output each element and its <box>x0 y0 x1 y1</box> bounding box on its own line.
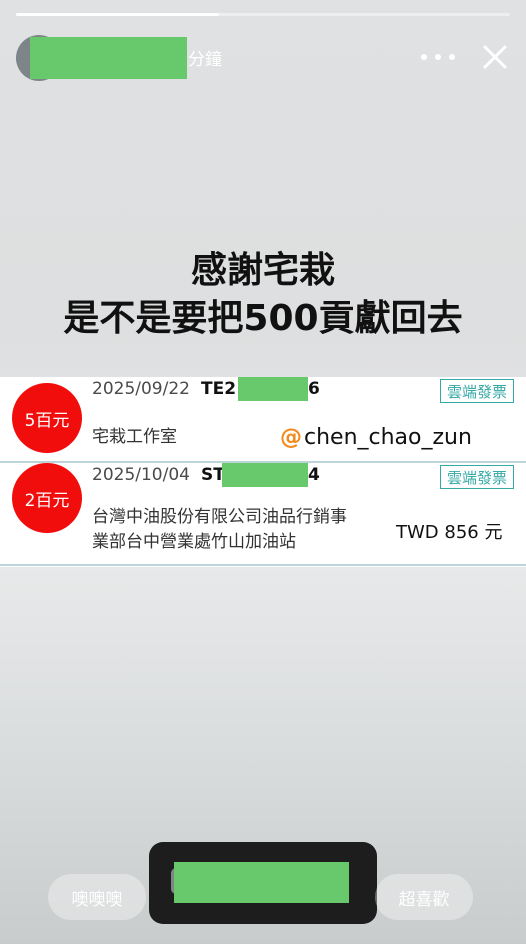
cloud-invoice-badge: 雲端發票 <box>440 465 514 489</box>
headline-line-2: 是不是要把500貢獻回去 <box>63 298 463 339</box>
story-screen: 分鐘 感謝宅栽 是不是要把500貢獻回去 5百元 2025/09/22 TE2 … <box>0 0 526 944</box>
headline-line-1: 感謝宅栽 <box>190 250 335 291</box>
reaction-button-left[interactable]: 噢噢噢 <box>48 874 146 920</box>
reply-input-redaction[interactable] <box>174 862 349 903</box>
cloud-invoice-badge: 雲端發票 <box>440 379 514 403</box>
invoice-date: 2025/10/04 <box>92 465 190 485</box>
post-time: 分鐘 <box>188 50 222 70</box>
more-options-icon[interactable] <box>421 49 455 65</box>
story-progress-fill <box>16 13 219 16</box>
invoice-code-prefix: TE2 <box>201 379 237 399</box>
story-headline: 感謝宅栽 是不是要把500貢獻回去 <box>0 247 526 343</box>
merchant-name: 台灣中油股份有限公司油品行銷事 業部台中營業處竹山加油站 <box>92 505 347 555</box>
invoice-total: TWD 856 元 <box>396 522 503 543</box>
invoice-code-suffix: 4 <box>308 465 320 485</box>
amount-badge: 5百元 <box>12 383 82 453</box>
watermark-handle: chen_chao_zun <box>304 424 472 450</box>
invoice-code-redaction <box>238 377 308 401</box>
merchant-name: 宅栽工作室 <box>92 427 177 447</box>
merchant-name-line-2: 業部台中營業處竹山加油站 <box>92 532 296 552</box>
close-icon[interactable] <box>481 43 509 71</box>
merchant-name-line-1: 台灣中油股份有限公司油品行銷事 <box>92 507 347 527</box>
username-redaction[interactable] <box>30 37 187 79</box>
invoice-date: 2025/09/22 <box>92 379 190 399</box>
row-divider <box>0 564 526 566</box>
amount-badge: 2百元 <box>12 463 82 533</box>
story-progress-bar <box>16 13 510 16</box>
at-icon: @ <box>280 424 302 450</box>
invoice-code-redaction <box>222 463 308 487</box>
username-watermark: @ chen_chao_zun <box>266 418 516 456</box>
reaction-button-right[interactable]: 超喜歡 <box>375 874 473 920</box>
invoice-code-suffix: 6 <box>308 379 320 399</box>
